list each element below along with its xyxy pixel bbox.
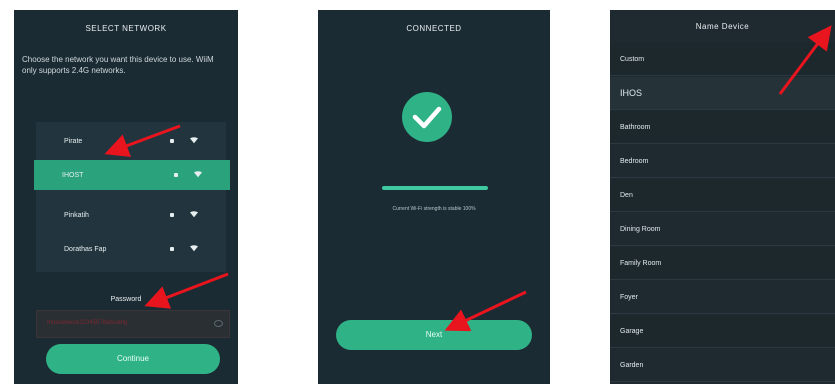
description-text: only supports 2.4G networks. (22, 66, 126, 75)
network-name: Pinkatih (64, 211, 89, 219)
name-device-screen: Name Device Custom IHOS Bathroom Bedroom Den… (610, 10, 835, 384)
lock-icon (170, 213, 174, 217)
network-item-selected[interactable]: IHOST (34, 160, 230, 190)
network-item[interactable]: Pinkatih (36, 200, 226, 230)
room-item[interactable]: Dining Room (610, 213, 835, 246)
room-item[interactable]: IHOS (610, 77, 835, 110)
lock-icon (170, 139, 174, 143)
wifi-icon (190, 137, 198, 144)
network-name: Dorathas Fap (64, 245, 107, 253)
network-item[interactable]: Pirate (36, 126, 226, 156)
wifi-icon (194, 171, 202, 178)
signal-hint: Current Wi-Fi strength is stable 100% (392, 206, 476, 212)
connection-progress (382, 186, 488, 190)
password-value: Ihosnetwork12345678abcdefg (47, 320, 128, 326)
room-list: Custom IHOS Bathroom Bedroom Den Dining Room F… (610, 43, 835, 384)
eye-icon[interactable] (214, 320, 223, 327)
room-item[interactable]: Family Room (610, 247, 835, 280)
next-button[interactable]: Next (336, 320, 532, 350)
network-name: IHOST (62, 171, 84, 179)
wifi-icon (190, 245, 198, 252)
screen-title: SELECT NETWORK (85, 24, 167, 33)
screen-title: Name Device (695, 22, 750, 31)
continue-button[interactable]: Continue (46, 344, 220, 374)
network-description: Choose the network you want this device … (22, 54, 230, 76)
wifi-icon (190, 211, 198, 218)
brand-name: WiiM (195, 55, 214, 64)
room-item[interactable]: Bathroom (610, 111, 835, 144)
room-item[interactable]: Custom (610, 43, 835, 76)
network-name: Pirate (64, 137, 83, 145)
room-item[interactable]: Den (610, 179, 835, 212)
password-label: Password (110, 296, 142, 303)
room-item[interactable]: Garden (610, 349, 835, 382)
room-item[interactable]: Bedroom (610, 145, 835, 178)
select-network-screen: SELECT NETWORK Choose the network you wa… (14, 10, 238, 384)
check-icon (402, 92, 452, 142)
progress-fill (382, 186, 488, 190)
network-list: Pirate IHOST Pinkatih Dorathas Fap (34, 122, 230, 272)
screen-title: CONNECTED (406, 24, 462, 33)
connected-screen: CONNECTED Current Wi-Fi strength is stab… (318, 10, 550, 384)
network-item[interactable]: Dorathas Fap (36, 234, 226, 264)
lock-icon (170, 247, 174, 251)
lock-icon (174, 173, 178, 177)
password-input[interactable]: Ihosnetwork12345678abcdefg (36, 310, 230, 338)
room-item[interactable]: Garage (610, 315, 835, 348)
description-text: Choose the network you want this device … (22, 55, 196, 64)
room-item[interactable]: Foyer (610, 281, 835, 314)
